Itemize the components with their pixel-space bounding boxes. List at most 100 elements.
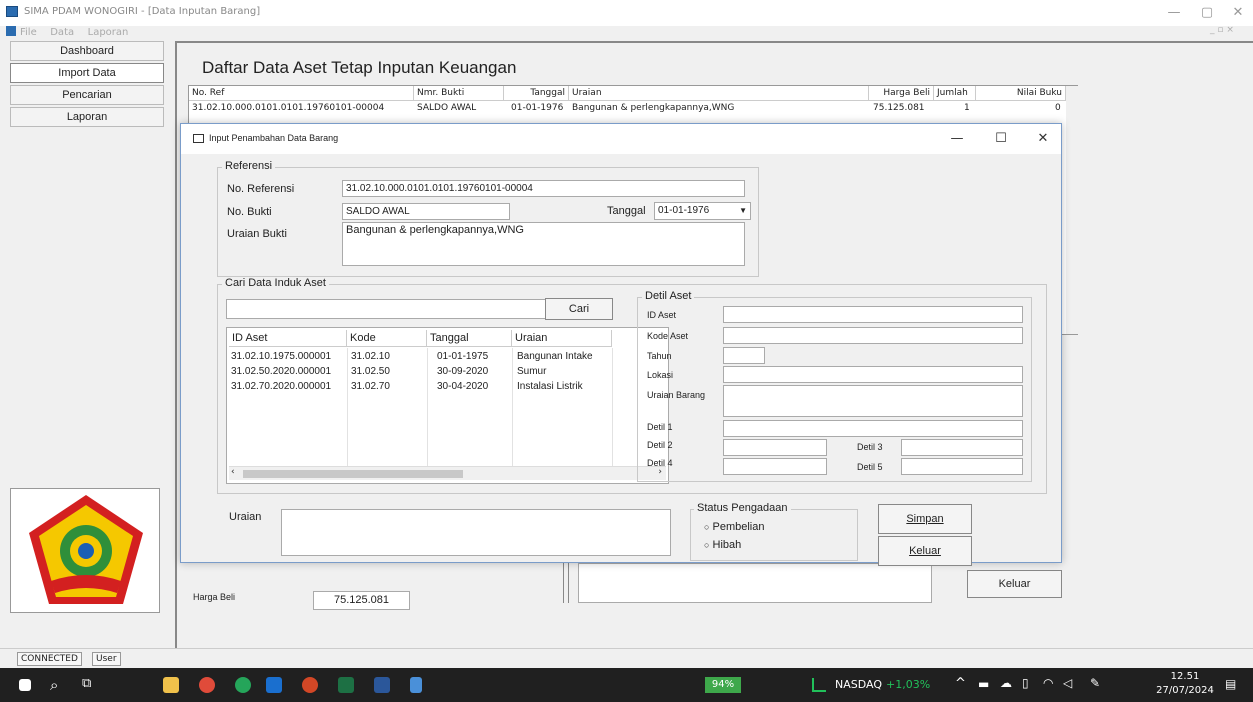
grid-row-3-tanggal[interactable]: 30-04-2020 [437, 381, 488, 392]
grid-row-2-tanggal[interactable]: 30-09-2020 [437, 366, 488, 377]
app-icon-window[interactable] [410, 677, 422, 693]
chrome-icon[interactable] [199, 677, 215, 693]
page-title: Daftar Data Aset Tetap Inputan Keuangan [202, 58, 517, 77]
col-nmr-bukti[interactable]: Nmr. Bukti [414, 86, 504, 101]
grid-row-1-id[interactable]: 31.02.10.1975.000001 [231, 351, 331, 362]
kode-aset-field[interactable] [723, 327, 1023, 344]
no-bukti-field[interactable]: SALDO AWAL [342, 203, 510, 220]
clock-time[interactable]: 12.51 [1160, 671, 1210, 682]
ticker-change[interactable]: +1,03% [886, 678, 930, 691]
grid-row-2-kode[interactable]: 31.02.50 [351, 366, 390, 377]
grid-row-1-kode[interactable]: 31.02.10 [351, 351, 390, 362]
tahun-field[interactable] [723, 347, 765, 364]
app-icon [6, 6, 18, 17]
nav-laporan[interactable]: Laporan [10, 107, 164, 127]
grid-row-3-id[interactable]: 31.02.70.2020.000001 [231, 381, 331, 392]
grid-col-tanggal[interactable]: Tanggal [427, 330, 512, 347]
grid-line [512, 348, 513, 466]
grid-row-3-kode[interactable]: 31.02.70 [351, 381, 390, 392]
row-nmr-bukti: SALDO AWAL [417, 103, 477, 113]
pen-icon[interactable]: ✎ [1090, 676, 1100, 690]
main-keluar-button[interactable]: Keluar [967, 570, 1062, 598]
grid-col-uraian[interactable]: Uraian [512, 330, 612, 347]
powerpoint-icon[interactable] [302, 677, 318, 693]
volume-icon[interactable]: ◁ [1063, 676, 1072, 690]
lokasi-field[interactable] [723, 366, 1023, 383]
radio-pembelian-icon[interactable]: ○ [704, 522, 709, 532]
col-harga-beli[interactable]: Harga Beli [869, 86, 934, 101]
uraian-barang-field[interactable] [723, 385, 1023, 417]
simpan-button[interactable]: Simpan [878, 504, 972, 534]
word-icon[interactable] [374, 677, 390, 693]
main-uraian-field[interactable] [578, 563, 932, 603]
radio-pembelian[interactable]: ○ Pembelian [704, 521, 764, 533]
minimize-icon[interactable]: — [1160, 2, 1188, 24]
keluar-button[interactable]: Keluar [878, 536, 972, 566]
ticker-name[interactable]: NASDAQ [835, 678, 882, 691]
dialog-close-icon[interactable]: ✕ [1029, 128, 1057, 150]
grid-row-2-id[interactable]: 31.02.50.2020.000001 [231, 366, 331, 377]
excel-icon[interactable] [338, 677, 354, 693]
detil1-field[interactable] [723, 420, 1023, 437]
detil2-field[interactable] [723, 439, 827, 456]
grid-col-kode[interactable]: Kode [347, 330, 427, 347]
clock-date[interactable]: 27/07/2024 [1153, 685, 1217, 696]
col-tanggal[interactable]: Tanggal [504, 86, 569, 101]
notification-icon[interactable]: ▤ [1225, 677, 1236, 691]
start-icon[interactable] [19, 679, 31, 691]
status-group [690, 509, 858, 561]
cari-search-input[interactable] [226, 299, 546, 319]
dialog-maximize-icon[interactable]: ☐ [987, 128, 1015, 150]
detil4-field[interactable] [723, 458, 827, 475]
tray-chevron-icon[interactable]: ^ [955, 676, 966, 691]
battery-indicator[interactable]: 94% [705, 677, 741, 693]
detil5-field[interactable] [901, 458, 1023, 475]
cloud-icon[interactable]: ☁ [1000, 676, 1012, 690]
uraian-bukti-field[interactable]: Bangunan & perlengkapannya,WNG [342, 222, 745, 266]
nav-pencarian[interactable]: Pencarian [10, 85, 164, 105]
nav-import-data[interactable]: Import Data [10, 63, 164, 83]
col-no-ref[interactable]: No. Ref [189, 86, 414, 101]
battery-icon[interactable]: ▯ [1022, 676, 1029, 690]
grid-row-1-tanggal[interactable]: 01-01-1975 [437, 351, 488, 362]
tanggal-picker[interactable]: 01-01-1976 ▼ [654, 202, 751, 220]
wifi-icon[interactable]: ◠ [1043, 676, 1053, 690]
maximize-icon[interactable]: ▢ [1193, 2, 1221, 24]
radio-hibah[interactable]: ○ Hibah [704, 539, 741, 551]
no-referensi-field[interactable]: 31.02.10.000.0101.0101.19760101-00004 [342, 180, 745, 197]
id-aset-field[interactable] [723, 306, 1023, 323]
table-scrollbar[interactable] [1066, 86, 1078, 334]
grid-line [612, 348, 613, 466]
grid-row-2-uraian[interactable]: Sumur [517, 366, 546, 377]
row-uraian: Bangunan & perlengkapannya,WNG [572, 103, 735, 113]
menu-laporan[interactable]: Laporan [88, 27, 129, 38]
cari-button[interactable]: Cari [545, 298, 613, 320]
nav-dashboard[interactable]: Dashboard [10, 41, 164, 61]
detil3-field[interactable] [901, 439, 1023, 456]
grid-row-3-uraian[interactable]: Instalasi Listrik [517, 381, 583, 392]
task-view-icon[interactable]: ⧉ [82, 676, 91, 691]
uraian-textarea[interactable] [281, 509, 671, 556]
grid-h-scrollbar[interactable]: ‹ › [229, 466, 666, 480]
file-explorer-icon[interactable] [163, 677, 179, 693]
radio-hibah-icon[interactable]: ○ [704, 540, 709, 550]
app-icon-blue[interactable] [266, 677, 282, 693]
dropdown-arrow-icon[interactable]: ▼ [739, 204, 747, 217]
dialog-minimize-icon[interactable]: — [943, 128, 971, 150]
menu-file[interactable]: File [20, 27, 37, 38]
scroll-thumb[interactable] [243, 470, 463, 478]
close-icon[interactable]: ✕ [1224, 2, 1252, 24]
col-uraian[interactable]: Uraian [569, 86, 869, 101]
harga-beli-field[interactable]: 75.125.081 [313, 591, 410, 610]
mdi-controls[interactable]: _ ▫ × [1210, 25, 1234, 35]
induk-aset-grid[interactable]: ID Aset Kode Tanggal Uraian 31.02.10.197… [226, 327, 669, 484]
scroll-left-icon[interactable]: ‹ [231, 467, 235, 477]
col-jumlah[interactable]: Jumlah [934, 86, 976, 101]
search-icon[interactable]: ⌕ [50, 676, 58, 694]
tray-app-icon[interactable]: ▬ [978, 677, 989, 691]
grid-col-id-aset[interactable]: ID Aset [229, 330, 347, 347]
menu-data[interactable]: Data [50, 27, 74, 38]
col-nilai-buku[interactable]: Nilai Buku [976, 86, 1066, 101]
grid-row-1-uraian[interactable]: Bangunan Intake [517, 351, 593, 362]
whatsapp-icon[interactable] [235, 677, 251, 693]
